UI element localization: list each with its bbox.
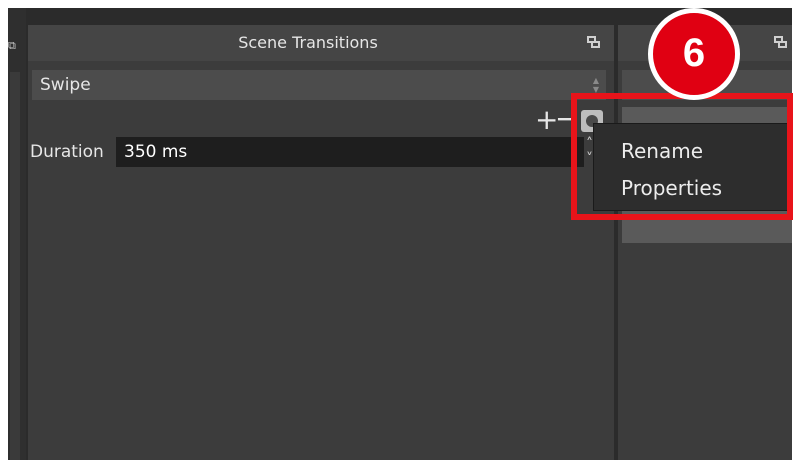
adjacent-undock-icon[interactable] [774,36,788,50]
step-badge: 6 [648,8,740,100]
left-undock-icon[interactable]: ⧉ [8,40,18,52]
left-dock-edge: ⧉ [8,8,26,460]
duration-label: Duration [30,142,104,162]
scene-transitions-dock: Scene Transitions Swipe ▲ ▼ + − Duration … [28,25,614,460]
screenshot-stage: ⧉ Scene Transitions Swipe ▲ ▼ + − Duratio… [0,0,793,463]
left-dock-list [10,72,20,460]
undock-icon[interactable] [587,36,601,50]
dock-title: Scene Transitions [238,33,378,52]
duration-input[interactable]: 350 ms [116,137,584,167]
add-transition-button[interactable]: + [535,106,558,134]
select-arrows-icon: ▲ ▼ [592,76,600,94]
dock-title-bar: Scene Transitions [28,25,614,61]
transition-type-select[interactable]: Swipe ▲ ▼ [32,70,606,100]
highlight-box [571,93,793,220]
transition-type-value: Swipe [40,75,91,95]
